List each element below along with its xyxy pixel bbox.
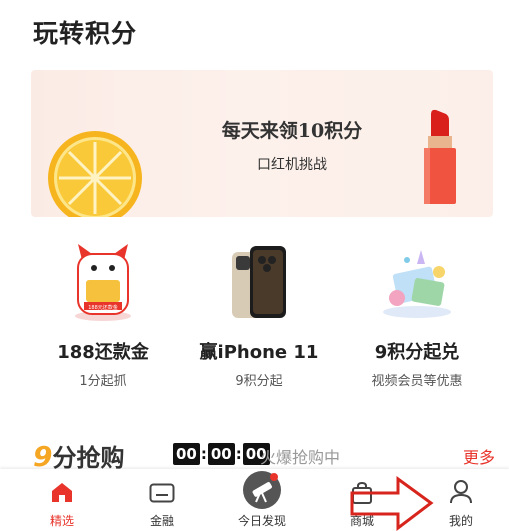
cat-mascot-icon: 188元还款金 (75, 244, 131, 321)
tab-label: 精选 (49, 514, 74, 528)
telescope-icon (243, 471, 281, 509)
card-icon (149, 483, 175, 503)
card-title: 9积分起兑 (374, 342, 460, 363)
page-title: 玩转积分 (33, 19, 138, 48)
card-points-redeem[interactable]: 9积分起兑 视频会员等优惠 (332, 240, 502, 389)
card-subtitle: 视频会员等优惠 (371, 374, 463, 389)
countdown-timer: 00 : 00 : 00 (173, 443, 270, 465)
tab-discover[interactable]: 今日发现 (212, 469, 312, 531)
more-link[interactable]: 更多 (463, 444, 495, 468)
red-arrow-annotation-icon (350, 476, 434, 531)
card-repayment-gold[interactable]: 188元还款金 188还款金 1分起抓 (18, 240, 188, 389)
tab-finance[interactable]: 金融 (112, 469, 212, 531)
card-subtitle: 9积分起 (235, 374, 283, 389)
tab-label: 金融 (149, 514, 174, 528)
tab-home[interactable]: 精选 (12, 469, 112, 531)
tab-label: 今日发现 (237, 514, 286, 528)
lipstick-icon (424, 109, 456, 204)
card-iphone[interactable]: 赢iPhone 11 9积分起 (174, 240, 344, 389)
gift-box-icon (383, 250, 451, 318)
timer-minutes: 00 (207, 443, 235, 465)
home-icon (52, 483, 72, 502)
iphone-icon (232, 246, 286, 318)
flash-sale-section: 9分抢购 00 : 00 : 00 火爆抢购中 更多 (33, 438, 495, 473)
user-icon (450, 480, 472, 504)
flash-sale-status: 火爆抢购中 (260, 448, 341, 467)
flash-sale-logo: 9分抢购 (33, 438, 124, 473)
card-title: 188还款金 (57, 342, 149, 363)
lipstick-challenge-banner[interactable]: 每天来领10积分 口红机挑战 (31, 70, 493, 217)
flash-sale-logo-text: 分抢购 (52, 444, 125, 472)
timer-hours: 00 (173, 443, 200, 465)
repayment-badge-text: 188元还款金 (88, 304, 118, 311)
card-subtitle: 1分起抓 (79, 374, 127, 389)
card-title: 赢iPhone 11 (199, 342, 319, 363)
